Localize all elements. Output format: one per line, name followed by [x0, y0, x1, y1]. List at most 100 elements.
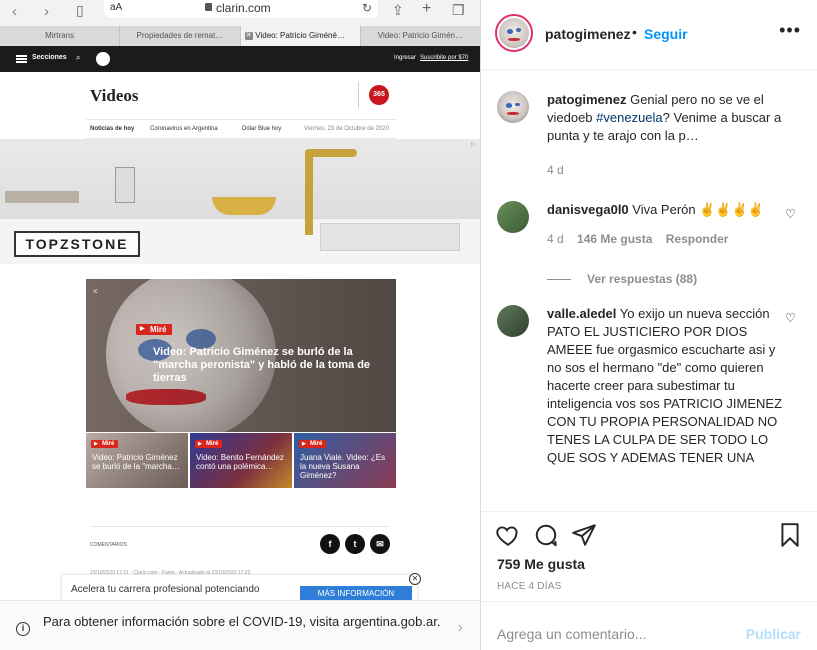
close-icon: ✕ — [409, 573, 421, 585]
comment-text: valle.aledel Yo exijo un nueva sección P… — [547, 305, 792, 467]
bookmarks-icon: ▯ — [76, 2, 84, 18]
comment-username[interactable]: patogimenez — [547, 92, 626, 107]
browser-tab: Propiedades de remat… — [120, 26, 241, 46]
comment-icon[interactable] — [533, 522, 559, 548]
search-icon: ⌕ — [76, 53, 81, 62]
avatar-detail — [507, 112, 519, 115]
login-link: Ingresar — [394, 55, 417, 61]
comment-likes[interactable]: 146 Me gusta — [577, 232, 652, 246]
avatar[interactable] — [495, 14, 533, 52]
browser-tab-active: ✕ Video: Patricio Giméné… — [240, 26, 361, 46]
post-header: patogimenez • Seguir ••• — [481, 0, 817, 70]
mire-badge: Miré — [299, 440, 327, 448]
logo-365: 365 — [369, 85, 389, 105]
clarin-header: Secciones ⌕ Ingresar Suscribite por $70 — [0, 46, 480, 72]
avatar[interactable] — [497, 91, 529, 123]
mail-icon: ✉ — [370, 534, 390, 554]
avatar[interactable] — [497, 305, 529, 337]
likes-count[interactable]: 759 Me gusta — [497, 556, 585, 572]
subnav-item: Coronavirus en Argentina — [150, 126, 218, 132]
chevron-right-icon: › — [457, 619, 463, 636]
advertisement: ▷ TOPZSTONE — [0, 139, 480, 264]
add-comment-bar: Agrega un comentario... Publicar — [481, 601, 817, 650]
info-icon: i — [16, 622, 30, 636]
like-icon[interactable] — [495, 522, 521, 548]
ad-faucet — [305, 151, 313, 235]
related-video: Miré Juana Viale. Video: ¿Es la nueva Su… — [294, 433, 396, 488]
related-video: Miré Video: Patricio Giménez se burló de… — [86, 433, 188, 488]
publish-button[interactable]: Publicar — [746, 626, 801, 642]
avatar-detail — [507, 38, 521, 42]
separator-dot: • — [632, 24, 637, 40]
related-video: Miré Video: Benito Fernández contó una p… — [190, 433, 292, 488]
ad-toast: Acelera tu carrera profesional potencian… — [62, 573, 421, 602]
tabs-icon: ❐ — [452, 2, 465, 18]
reload-icon: ↻ — [361, 1, 372, 15]
like-comment-icon[interactable]: ♡ — [785, 207, 797, 221]
reply-button[interactable]: Responder — [666, 232, 729, 246]
subscribe-link: Suscribite por $70 — [420, 55, 469, 61]
close-tab-icon: ✕ — [244, 32, 253, 40]
more-options-icon[interactable]: ••• — [779, 20, 801, 41]
sections-label: Secciones — [32, 54, 67, 61]
post-sidebar: patogimenez • Seguir ••• patogimenez Gen… — [481, 0, 817, 650]
new-tab-icon: + — [422, 0, 432, 17]
back-icon: ‹ — [12, 3, 17, 20]
view-replies-button[interactable]: Ver respuestas (88) — [547, 272, 697, 286]
ad-info-icon: ▷ — [471, 142, 476, 148]
comment-body: Yo exijo un nueva sección PATO EL JUSTIC… — [547, 306, 783, 465]
comment-text: danisvega0l0 Viva Perón ✌✌✌✌ — [547, 201, 792, 219]
add-comment-input[interactable]: Agrega un comentario... — [497, 626, 646, 642]
share-icon: ⇪ — [392, 2, 404, 18]
save-bookmark-icon[interactable] — [777, 522, 803, 548]
post-image: ‹ › ▯ aA clarin.com ↻ ⇪ + ❐ Mirtrans Pro… — [0, 0, 481, 650]
browser-tabs: Mirtrans Propiedades de remat… ✕ Video: P… — [0, 26, 480, 46]
comment-username[interactable]: danisvega0l0 — [547, 202, 629, 217]
browser-tab: Mirtrans — [0, 26, 121, 46]
video-headline: Video: Patricio Giménez se burló de la "… — [153, 346, 371, 384]
mire-badge: Miré — [136, 324, 173, 335]
avatar[interactable] — [497, 201, 529, 233]
divider — [358, 82, 359, 108]
comment-meta: 4 d 146 Me gusta Responder — [547, 232, 738, 246]
comments-label: COMENTARIOS — [90, 542, 127, 548]
clarin-logo — [96, 52, 110, 66]
covid-banner[interactable]: i Para obtener información sobre el COVI… — [0, 600, 480, 650]
share-post-icon[interactable] — [571, 522, 597, 548]
avatar-detail — [516, 28, 522, 33]
follow-button[interactable]: Seguir — [644, 26, 688, 42]
comment-time: 4 d — [547, 163, 564, 177]
safari-toolbar: ‹ › ▯ aA clarin.com ↻ ⇪ + ❐ — [0, 0, 480, 26]
subnav-date: Viernes, 23 de Octubre de 2020 — [304, 126, 389, 132]
mire-badge: Miré — [195, 440, 223, 448]
avatar-detail — [506, 28, 513, 34]
comment-meta: 4 d — [547, 163, 574, 177]
comment-username[interactable]: valle.aledel — [547, 306, 616, 321]
post-actions: 759 Me gusta HACE 4 DÍAS — [481, 511, 817, 601]
ad-kettle — [115, 167, 135, 203]
share-icon: < — [93, 287, 98, 296]
ad-brand: TOPZSTONE — [14, 231, 140, 257]
comment-time: 4 d — [547, 232, 564, 246]
browser-tab: Video: Patricio Gimén… — [361, 26, 480, 46]
covid-text: Para obtener información sobre el COVID-… — [43, 614, 441, 629]
comment-text: patogimenez Genial pero no se ve el vied… — [547, 91, 792, 145]
menu-icon — [16, 55, 27, 63]
ad-books — [5, 191, 79, 203]
twitter-icon: t — [345, 534, 365, 554]
forward-icon: › — [44, 3, 49, 20]
comment-body: Viva Perón ✌✌✌✌ — [628, 202, 764, 217]
hashtag-link[interactable]: #venezuela — [596, 110, 663, 125]
mire-badge: Miré — [91, 440, 119, 448]
username-link[interactable]: patogimenez — [545, 26, 631, 42]
ad-sink — [320, 223, 460, 251]
related-video-caption: Video: Benito Fernández contó una polémi… — [196, 453, 284, 471]
clarin-comments-row: COMENTARIOS f t ✉ — [90, 526, 390, 556]
address-bar: aA clarin.com ↻ — [104, 0, 378, 18]
comments-list[interactable]: patogimenez Genial pero no se ve el vied… — [481, 71, 817, 511]
clarin-subnav: Noticias de hoy Coronavirus en Argentina… — [86, 119, 396, 139]
lock-icon — [205, 3, 212, 11]
url-text: clarin.com — [216, 1, 271, 15]
post-timestamp[interactable]: HACE 4 DÍAS — [497, 581, 561, 592]
like-comment-icon[interactable]: ♡ — [785, 311, 797, 325]
